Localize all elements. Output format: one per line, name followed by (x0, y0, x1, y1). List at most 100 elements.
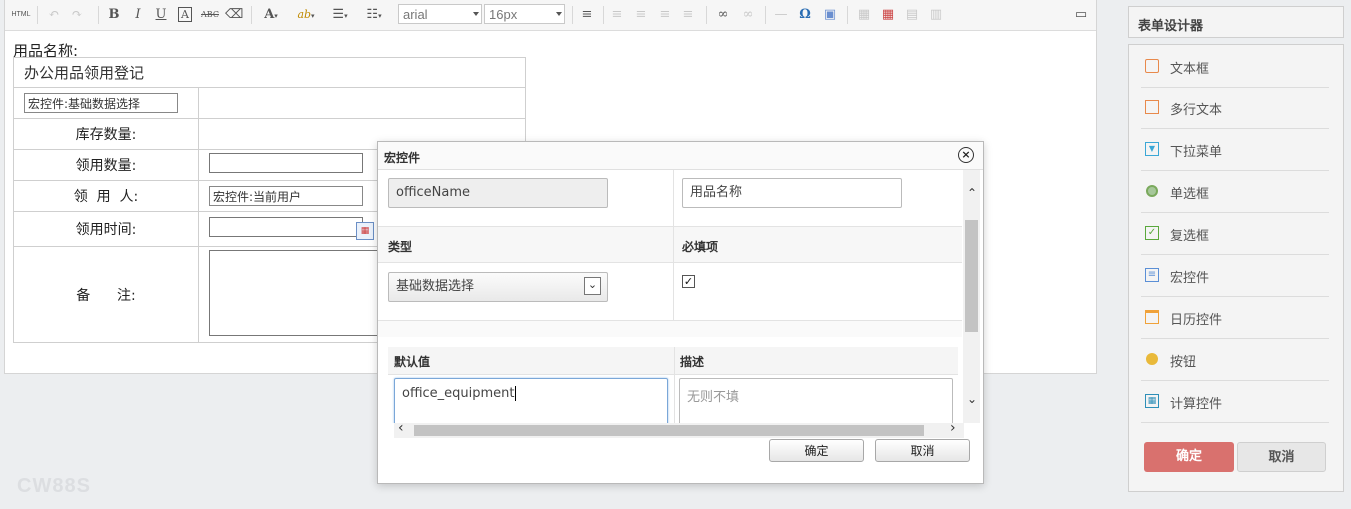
horizontal-rule-icon[interactable]: — (772, 5, 790, 25)
italic-button[interactable]: I (129, 5, 147, 25)
html-source-button[interactable]: HTML (11, 5, 31, 25)
font-size-select[interactable]: 16px (484, 4, 565, 24)
unlink-icon[interactable]: ∞ (738, 5, 758, 25)
panel-item-calculator[interactable]: ▦ 计算控件 (1141, 381, 1329, 423)
panel-item-label: 宏控件 (1170, 271, 1210, 286)
use-time-input[interactable] (209, 217, 363, 237)
panel-item-label: 下拉菜单 (1170, 145, 1223, 160)
field-name-input[interactable]: officeName (388, 178, 608, 208)
dropdown-icon: ▼ (1145, 142, 1159, 156)
font-color-button[interactable]: A▾ (259, 5, 283, 25)
use-qty-label: 领用数量: (13, 149, 199, 181)
dialog-cancel-button[interactable]: 取消 (875, 439, 970, 462)
link-icon[interactable]: ∞ (713, 5, 733, 25)
panel-item-button[interactable]: 按钮 (1141, 339, 1329, 381)
watermark: CW88S (17, 475, 91, 497)
user-label: 领 用 人: (13, 180, 199, 212)
delete-table-icon[interactable]: ▦ (878, 5, 898, 25)
default-value-input[interactable]: office_equipment (394, 378, 668, 423)
special-char-button[interactable]: Ω (795, 5, 815, 25)
panel-item-label: 按钮 (1170, 355, 1197, 370)
textbox-icon (1145, 59, 1159, 73)
calculator-icon: ▦ (1145, 394, 1159, 408)
remarks-label: 备 注: (13, 246, 199, 343)
paragraph-icon[interactable]: ≡ (578, 5, 596, 25)
button-icon (1146, 353, 1158, 365)
use-time-label: 领用时间: (13, 211, 199, 247)
unordered-list-icon[interactable]: ☷▾ (361, 5, 387, 25)
calendar-icon[interactable]: ▦ (356, 222, 374, 240)
dialog-body: officeName 用品名称 类型 必填项 基础数据选择 ⌄ ✓ 默认值 描述… (378, 170, 962, 423)
dialog-vertical-scrollbar[interactable]: ⌃ ⌄ (963, 170, 980, 423)
type-header: 类型 (388, 240, 413, 254)
font-family-select[interactable]: arial (398, 4, 482, 24)
chevron-down-icon[interactable]: ⌄ (584, 277, 601, 295)
align-justify-icon[interactable]: ≡ (679, 5, 697, 25)
undo-icon[interactable]: ↶ (45, 5, 63, 25)
scroll-right-icon[interactable]: › (950, 420, 956, 436)
required-header: 必填项 (682, 240, 719, 254)
panel-item-label: 复选框 (1170, 229, 1210, 244)
description-input[interactable]: 无则不填 (679, 378, 953, 423)
checkbox-icon: ✓ (1145, 226, 1159, 240)
macro-basic-data-control[interactable]: 宏控件:基础数据选择 (24, 93, 178, 113)
panel-item-textbox[interactable]: 文本框 (1141, 46, 1329, 88)
scroll-left-icon[interactable]: ‹ (398, 420, 404, 436)
description-header: 描述 (680, 355, 705, 369)
insert-col-icon[interactable]: ▥ (926, 5, 946, 25)
dialog-ok-button[interactable]: 确定 (769, 439, 864, 462)
panel-confirm-button[interactable]: 确定 (1144, 442, 1234, 472)
dialog-horizontal-scrollbar[interactable]: ‹ › (394, 420, 964, 438)
panel-item-label: 日历控件 (1170, 313, 1223, 328)
underline-button[interactable]: U (152, 5, 170, 25)
font-border-icon[interactable]: A (176, 5, 194, 25)
macro-current-user-control[interactable]: 宏控件:当前用户 (209, 186, 363, 206)
bold-button[interactable]: B (105, 5, 123, 25)
required-checkbox[interactable]: ✓ (682, 275, 695, 288)
redo-icon[interactable]: ↷ (68, 5, 86, 25)
use-qty-input[interactable] (209, 153, 363, 173)
panel-item-textarea[interactable]: 多行文本 (1141, 87, 1329, 129)
designer-panel-title: 表单设计器 (1138, 19, 1204, 34)
panel-item-label: 多行文本 (1170, 103, 1223, 118)
panel-item-macro[interactable]: ≡ 宏控件 (1141, 255, 1329, 297)
designer-panel: 文本框 多行文本 ▼ 下拉菜单 单选框 ✓ 复选框 ≡ 宏控件 日历控件 按钮 … (1128, 44, 1344, 492)
fullscreen-icon[interactable]: ▭ (1071, 5, 1091, 25)
textarea-icon (1145, 100, 1159, 114)
macro-icon: ≡ (1145, 268, 1159, 282)
panel-item-dropdown[interactable]: ▼ 下拉菜单 (1141, 129, 1329, 171)
panel-item-calendar[interactable]: 日历控件 (1141, 297, 1329, 339)
align-right-icon[interactable]: ≡ (656, 5, 674, 25)
panel-item-label: 文本框 (1170, 62, 1210, 77)
align-center-icon[interactable]: ≡ (632, 5, 650, 25)
panel-cancel-button[interactable]: 取消 (1237, 442, 1326, 472)
dialog-title: 宏控件 (384, 151, 421, 165)
panel-item-label: 计算控件 (1170, 397, 1223, 412)
scroll-thumb[interactable] (965, 220, 978, 332)
scroll-up-icon[interactable]: ⌃ (967, 186, 977, 200)
field-title-input[interactable]: 用品名称 (682, 178, 902, 208)
table-icon[interactable]: ▦ (854, 5, 874, 25)
macro-control-dialog: 宏控件 × officeName 用品名称 类型 必填项 基础数据选择 ⌄ ✓ … (377, 141, 984, 484)
dialog-header: 宏控件 × (378, 142, 983, 170)
editor-toolbar: HTML ↶ ↷ B I U A ABC ⌫ A▾ ab▾ ☰▾ ☷▾ aria… (5, 0, 1096, 31)
close-icon[interactable]: × (958, 147, 974, 163)
image-icon[interactable]: ▣ (820, 5, 840, 25)
panel-item-checkbox[interactable]: ✓ 复选框 (1141, 213, 1329, 255)
strikethrough-button[interactable]: ABC (199, 5, 221, 25)
panel-item-label: 单选框 (1170, 187, 1210, 202)
designer-panel-header: 表单设计器 (1128, 6, 1344, 38)
default-value-header: 默认值 (394, 355, 431, 369)
radio-icon (1146, 185, 1158, 197)
table-title: 办公用品领用登记 (13, 57, 526, 88)
eraser-icon[interactable]: ⌫ (225, 5, 243, 25)
panel-item-radio[interactable]: 单选框 (1141, 171, 1329, 213)
insert-row-icon[interactable]: ▤ (902, 5, 922, 25)
align-left-icon[interactable]: ≡ (608, 5, 626, 25)
horizontal-scroll-thumb[interactable] (414, 425, 924, 436)
calendar-icon (1145, 310, 1159, 324)
highlight-button[interactable]: ab▾ (291, 5, 321, 25)
type-select[interactable]: 基础数据选择 ⌄ (388, 272, 608, 302)
scroll-down-icon[interactable]: ⌄ (967, 392, 977, 406)
ordered-list-icon[interactable]: ☰▾ (327, 5, 353, 25)
